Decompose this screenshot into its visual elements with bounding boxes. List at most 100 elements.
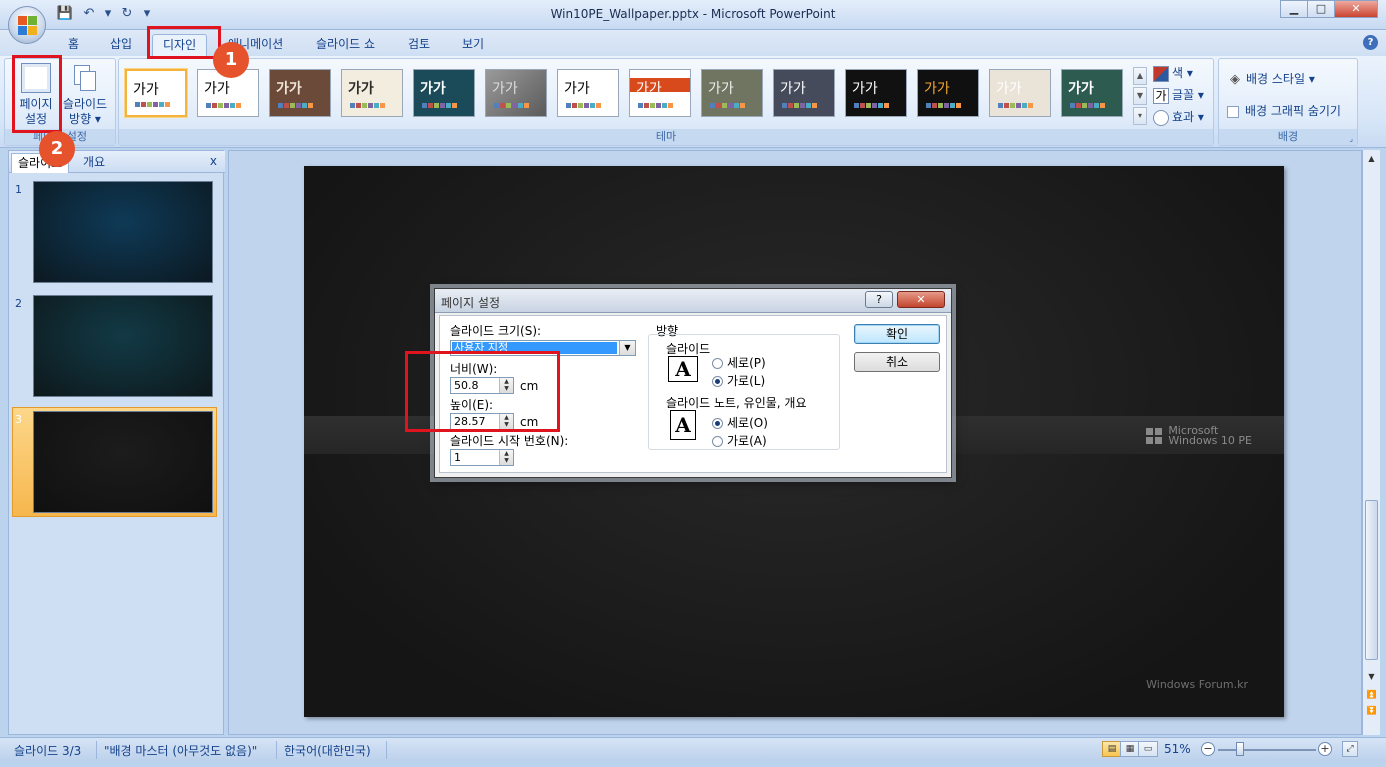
fit-to-window-icon[interactable]: ⤢ [1342,741,1358,757]
theme-name: "배경 마스터 (아무것도 없음)" [104,744,258,758]
theme-thumbnail[interactable]: 가가 [845,69,907,117]
status-bar: 슬라이드 3/3 "배경 마스터 (아무것도 없음)" 한국어(대한민국) ▤ … [0,737,1386,761]
start-number-value[interactable]: 1 [454,451,461,464]
theme-thumbnail[interactable]: 가가 [413,69,475,117]
theme-sample-text: 가가 [204,81,230,97]
theme-color-swatches [422,103,457,108]
scroll-down-icon[interactable]: ▼ [1364,670,1379,684]
theme-thumbnail[interactable]: 가가 [989,69,1051,117]
dialog-close-button[interactable]: ✕ [897,291,945,308]
maximize-button[interactable]: □ [1307,0,1335,18]
slide-orientation-button[interactable]: 슬라이드 방향 ▾ [59,63,111,127]
slide-footer: Windows Forum.kr [1146,678,1248,691]
theme-color-swatches [854,103,889,108]
radio-selected-icon[interactable] [712,418,723,429]
theme-sample-text: 가가 [564,81,590,97]
theme-thumbnail[interactable]: 가가 [701,69,763,117]
dialog-title: 페이지 설정 [441,296,501,310]
notes-portrait-option[interactable]: 세로(O) [712,414,768,431]
help-icon[interactable]: ? [1363,35,1378,50]
tab-outline[interactable]: 개요 [77,153,111,173]
ok-button[interactable]: 확인 [854,324,940,344]
minimize-button[interactable]: ▁ [1280,0,1308,18]
theme-thumbnail[interactable]: 가가 [629,69,691,117]
radio-selected-icon[interactable] [712,376,723,387]
office-button[interactable] [8,6,46,44]
zoom-level[interactable]: 51% [1164,742,1191,756]
slides-landscape-label: 가로(L) [727,374,766,388]
scroll-thumb[interactable] [1365,500,1378,660]
theme-effects-button[interactable]: 효과 ▾ [1153,107,1204,127]
theme-colors-label: 색 ▾ [1172,66,1193,80]
spinner-arrows-icon[interactable]: ▲ ▼ [499,450,513,465]
theme-thumbnail[interactable]: 가가 [557,69,619,117]
theme-thumbnail[interactable]: 가가 [341,69,403,117]
theme-color-swatches [638,103,673,108]
theme-sample-text: 가가 [348,81,374,97]
radio-icon[interactable] [712,436,723,447]
theme-thumbnail[interactable]: 가가 [1061,69,1123,117]
background-styles-button[interactable]: ◈ 배경 스타일 ▾ [1227,69,1315,89]
slides-pane: 슬라이드 개요 x 1 2 3 [8,150,225,735]
zoom-out-icon[interactable]: − [1201,742,1215,756]
vertical-scrollbar[interactable]: ▲ ▼ ⏫ ⏬ [1362,150,1380,735]
prev-slide-icon[interactable]: ⏫ [1364,688,1379,702]
start-number-spinner[interactable]: 1 ▲ ▼ [450,449,514,466]
slide-size-label: 슬라이드 크기(S): [450,324,542,338]
close-button[interactable]: ✕ [1334,0,1378,18]
tab-review[interactable]: 검토 [398,34,440,56]
theme-thumbnail[interactable]: 가가 [269,69,331,117]
tab-home[interactable]: 홈 [58,34,89,56]
tab-insert[interactable]: 삽입 [100,34,142,56]
scroll-up-icon[interactable]: ▲ [1364,152,1379,166]
fonts-icon: 가 [1153,87,1169,104]
theme-sample-text: 가가 [420,81,446,97]
gallery-up-icon[interactable]: ▲ [1133,67,1147,85]
theme-fonts-button[interactable]: 가 글꼴 ▾ [1153,85,1204,105]
slideshow-view-icon[interactable]: ▭ [1138,741,1158,757]
theme-thumbnail[interactable]: 가가 [485,69,547,117]
language-indicator[interactable]: 한국어(대한민국) [284,742,371,759]
dialog-help-button[interactable]: ? [865,291,893,308]
theme-sample-text: 가가 [924,81,950,97]
zoom-in-icon[interactable]: + [1318,742,1332,756]
close-pane-icon[interactable]: x [210,154,217,168]
slides-landscape-option[interactable]: 가로(L) [712,372,765,389]
dialog-launcher-icon[interactable]: ⌟ [1349,134,1353,143]
slides-portrait-option[interactable]: 세로(P) [712,354,766,371]
theme-sample-text: 가가 [708,81,734,97]
normal-view-icon[interactable]: ▤ [1102,741,1122,757]
slide-sorter-icon[interactable]: ▦ [1120,741,1140,757]
hide-graphics-checkbox[interactable] [1227,105,1239,118]
theme-fonts-label: 글꼴 ▾ [1172,88,1204,102]
gallery-down-icon[interactable]: ▼ [1133,87,1147,105]
cancel-button[interactable]: 취소 [854,352,940,372]
gallery-more-icon[interactable]: ▾ [1133,107,1147,125]
themes-group: 가가 가가 가가 가가 가가 가가 가가 가가 가가 가가 가가 가가 가가 가가 ▲ ▼ ▾ 색 ▾ 가… [118,58,1214,146]
tab-view[interactable]: 보기 [452,34,494,56]
zoom-slider[interactable] [1218,749,1316,751]
slide-thumbnail[interactable] [33,295,213,397]
theme-color-swatches [566,103,601,108]
zoom-slider-knob[interactable] [1236,742,1244,756]
notes-landscape-label: 가로(A) [727,434,767,448]
theme-sample-text: 가가 [852,81,878,97]
theme-color-swatches [1070,103,1105,108]
tab-slideshow[interactable]: 슬라이드 쇼 [306,34,385,56]
theme-thumbnail[interactable]: 가가 [773,69,835,117]
slide-number: 3 [15,413,22,426]
slide-thumbnail[interactable] [33,411,213,513]
dropdown-arrow-icon[interactable]: ▼ [619,341,635,355]
theme-sample-text: 가가 [492,81,518,97]
theme-sample-text: 가가 [636,81,662,97]
theme-thumbnail[interactable]: 가가 [917,69,979,117]
notes-landscape-option[interactable]: 가로(A) [712,432,767,449]
office-logo-icon [18,16,38,36]
theme-thumbnail[interactable]: 가가 [125,69,187,117]
next-slide-icon[interactable]: ⏬ [1364,704,1379,718]
radio-icon[interactable] [712,358,723,369]
slide-thumbnail[interactable] [33,181,213,283]
theme-colors-button[interactable]: 색 ▾ [1153,63,1193,83]
theme-color-swatches [710,103,745,108]
hide-background-graphics[interactable]: 배경 그래픽 숨기기 [1227,101,1341,121]
